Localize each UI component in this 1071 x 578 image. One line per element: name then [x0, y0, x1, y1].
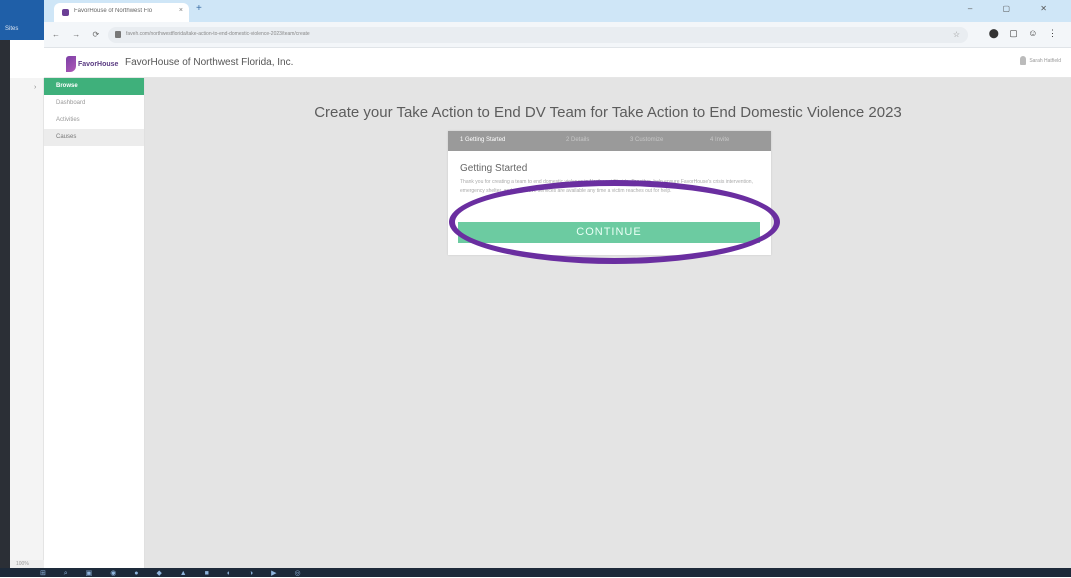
os-sites-tile[interactable]: Sites: [0, 0, 44, 40]
sidebar-item-causes[interactable]: Causes: [44, 129, 144, 146]
team-wizard-card: 1 Getting Started 2 Details 3 Customize …: [448, 131, 771, 255]
browser-tabstrip: FavorHouse of Northwest Flo × + – ▢ ✕: [44, 0, 1071, 22]
zoom-text: 100%: [16, 561, 29, 567]
user-account[interactable]: Sarah Hatfield: [1020, 56, 1061, 65]
os-taskbar: ⊞ ⌕ ▣ ◉ ● ◆ ▲ ■ ◐ ◑ ▶ ◎: [0, 568, 1071, 577]
step-customize[interactable]: 3 Customize: [630, 137, 663, 143]
tab-close-icon[interactable]: ×: [179, 7, 183, 14]
lock-icon: [115, 31, 121, 38]
os-sites-label: Sites: [5, 26, 19, 32]
favorhouse-logo[interactable]: FavorHouse: [66, 54, 120, 74]
favicon-icon: [62, 9, 69, 16]
step-details[interactable]: 2 Details: [566, 137, 589, 143]
continue-button[interactable]: CONTINUE: [458, 222, 760, 243]
window-controls[interactable]: – ▢ ✕: [968, 4, 1061, 13]
address-bar[interactable]: faveh.com/northwestflorida/take-action-t…: [108, 27, 968, 43]
step-invite[interactable]: 4 Invite: [710, 137, 729, 143]
main-content: Create your Take Action to End DV Team f…: [145, 78, 1071, 568]
user-name: Sarah Hatfield: [1029, 57, 1061, 64]
wizard-body-text: Thank you for creating a team to end dom…: [460, 179, 753, 194]
sidebar-item-dashboard[interactable]: Dashboard: [44, 95, 144, 112]
extension-icons[interactable]: ⬤ ▢ ☺ ⋮: [989, 28, 1061, 39]
browser-toolbar: ← → ⟳ faveh.com/northwestflorida/take-ac…: [44, 22, 1071, 48]
collapse-column: ›: [10, 78, 44, 568]
sidebar-item-activities[interactable]: Activities: [44, 112, 144, 129]
logo-mark-icon: [66, 56, 76, 72]
chevron-right-icon[interactable]: ›: [34, 84, 36, 91]
sidebar: Browse Dashboard Activities Causes: [44, 78, 145, 568]
new-tab-button[interactable]: +: [196, 3, 202, 14]
os-left-bar: [0, 0, 10, 577]
page-title: Create your Take Action to End DV Team f…: [314, 104, 902, 121]
tab-title: FavorHouse of Northwest Flo: [74, 8, 153, 14]
wizard-steps: 1 Getting Started 2 Details 3 Customize …: [448, 131, 771, 151]
user-icon: [1020, 56, 1027, 65]
wizard-heading: Getting Started: [460, 163, 528, 174]
zoom-indicator: 100%: [10, 560, 44, 568]
sidebar-item-browse[interactable]: Browse: [44, 78, 144, 95]
url-text: faveh.com/northwestflorida/take-action-t…: [126, 31, 310, 37]
logo-text: FavorHouse: [78, 61, 119, 68]
browser-tab[interactable]: FavorHouse of Northwest Flo ×: [54, 3, 189, 22]
step-getting-started[interactable]: 1 Getting Started: [460, 137, 505, 143]
bookmark-star-icon[interactable]: ☆: [953, 30, 960, 39]
navigation-icons[interactable]: ← → ⟳: [52, 30, 104, 39]
org-name: FavorHouse of Northwest Florida, Inc.: [125, 57, 294, 68]
app-header: FavorHouse FavorHouse of Northwest Flori…: [44, 48, 1071, 78]
